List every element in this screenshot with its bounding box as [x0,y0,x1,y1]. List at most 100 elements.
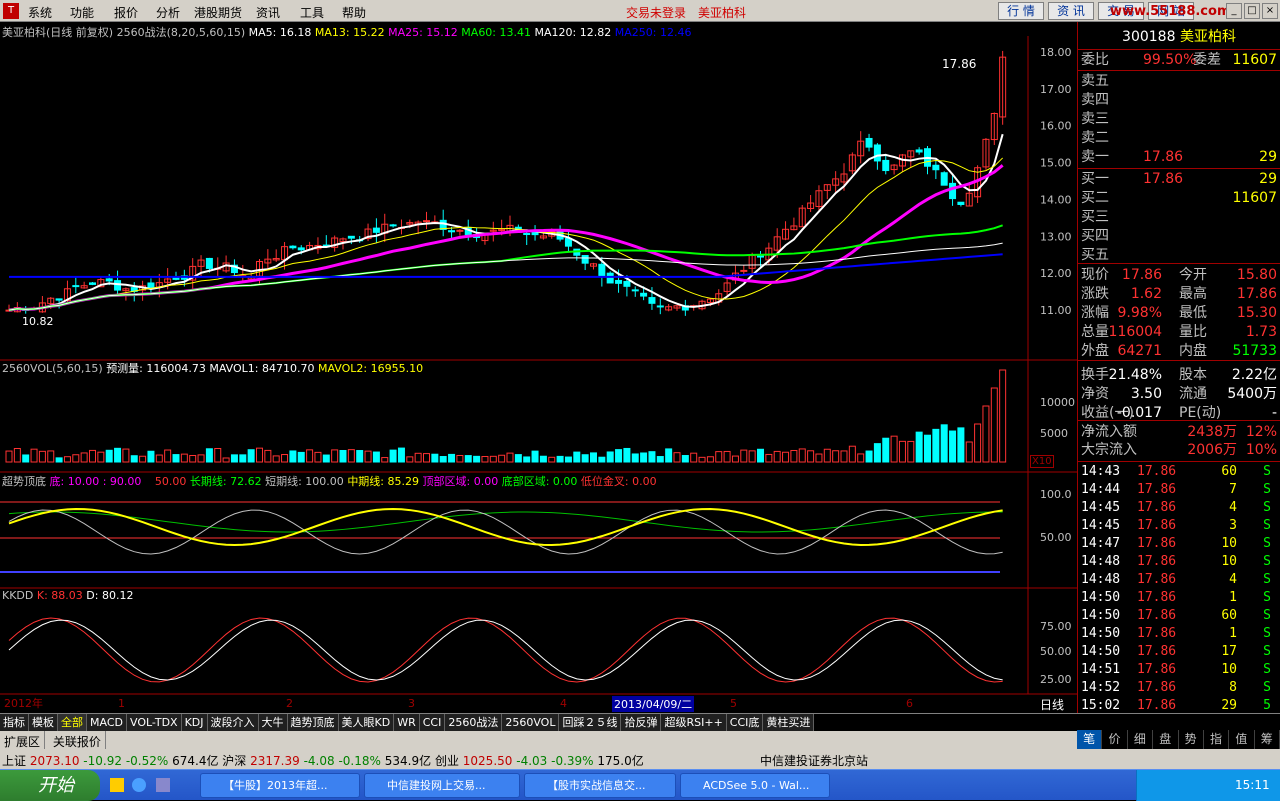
tab-indicator[interactable]: 2560战法 [445,714,503,731]
tick-row[interactable]: 14:45 17.86 4 S [1081,499,1277,517]
tick-row[interactable]: 14:50 17.86 1 S [1081,625,1277,643]
candle-body [105,278,113,282]
volume-bar [464,455,472,463]
right-tab[interactable]: 盘 [1153,730,1179,749]
period-label[interactable]: 日线 [1040,696,1064,713]
task-niugu[interactable]: 【牛股】2013年超... [200,773,360,798]
app-logo-icon[interactable]: T [3,3,19,19]
volume-bar [790,449,798,463]
tab-indicator[interactable]: 全部 [58,714,87,731]
volume-bar [715,451,723,463]
menu-analysis[interactable]: 分析 [156,4,180,21]
news-button[interactable]: 资 讯 [1048,2,1094,20]
volume-bar [773,450,781,463]
desktop-icon[interactable] [156,778,170,792]
tab-indicator[interactable]: 大牛 [258,714,288,731]
ie-icon[interactable] [132,778,146,792]
menu-system[interactable]: 系统 [28,4,52,21]
task-zxjt[interactable]: 中信建投网上交易... [364,773,520,798]
tick-row[interactable]: 14:51 17.86 10 S [1081,661,1277,679]
volume-bar [456,454,464,463]
start-button[interactable]: 开始 [0,770,100,801]
volume-bar [80,452,88,463]
menu-tools[interactable]: 工具 [300,4,324,21]
tab-indicator[interactable]: VOL-TDX [126,714,182,731]
right-tab[interactable]: 势 [1179,730,1204,749]
tab-indicator[interactable]: 黄柱买进 [763,714,815,731]
time-axis-label: 5 [730,697,737,710]
candle-body [114,280,122,291]
trade-status[interactable]: 交易未登录 [626,4,686,21]
tab-indicator[interactable]: 超级RSI++ [661,714,727,731]
volume-bar [406,456,414,463]
volume-bar [189,455,197,463]
chart-area[interactable]: 18.00 17.00 16.00 15.00 14.00 13.00 12.00 11.00… [0,22,1077,713]
tab-indicator[interactable]: 模板 [29,714,58,731]
tab-indicator[interactable]: KDJ [181,714,208,731]
volume-bar [581,454,589,463]
ma13-label: MA13: 15.22 [314,26,385,39]
tick-row[interactable]: 14:52 17.86 8 S [1081,679,1277,697]
volume-bar [932,428,940,463]
volume-bar [723,450,731,463]
tab-indicator[interactable]: 指标 [0,714,29,731]
task-acdsee[interactable]: ACDSee 5.0 - Wal... [680,773,830,798]
candle-body [423,220,430,223]
quote-button[interactable]: 行 情 [998,2,1044,20]
volume-bar [47,450,55,463]
folder-icon[interactable] [110,778,124,792]
tick-row[interactable]: 14:50 17.86 17 S [1081,643,1277,661]
volume-bar [798,448,806,463]
tab-indicator[interactable]: 美人眼KD [338,714,395,731]
volume-bar [514,454,522,463]
task-stock-info[interactable]: 【股市实战信息交... [524,773,676,798]
volume-bar [439,456,447,463]
trend-mid: 中期线: 85.29 [347,475,420,488]
tick-row[interactable]: 14:50 17.86 60 S [1081,607,1277,625]
tick-row[interactable]: 14:47 17.86 10 S [1081,535,1277,553]
right-tab[interactable]: 筹 [1255,730,1280,749]
volume-bar [865,450,873,463]
sz-change: -4.08 [303,754,335,768]
right-tab[interactable]: 细 [1128,730,1154,749]
tick-row[interactable]: 14:44 17.86 7 S [1081,481,1277,499]
minimize-icon[interactable]: _ [1226,3,1242,19]
right-tab[interactable]: 价 [1102,730,1128,749]
menu-hk-futures[interactable]: 港股期货 [194,4,242,21]
kdj-d: D: 80.12 [86,589,134,602]
maximize-icon[interactable]: □ [1244,3,1260,19]
tab-indicator[interactable]: 趋势顶底 [287,714,339,731]
tick-row[interactable]: 14:43 17.86 60 S [1081,463,1277,481]
tick-row[interactable]: 14:48 17.86 4 S [1081,571,1277,589]
menu-news[interactable]: 资讯 [256,4,280,21]
volume-bar [339,449,347,463]
close-icon[interactable]: × [1262,3,1278,19]
right-tab[interactable]: 值 [1229,730,1255,749]
tab-indicator[interactable]: WR [394,714,420,731]
mid-line [8,508,1003,546]
vol-axis-label: 10000 [1040,396,1075,409]
right-tab[interactable]: 指 [1204,730,1230,749]
volume-bar [256,447,263,463]
volume-bar [481,456,489,463]
tab-indicator[interactable]: 波段介入 [207,714,259,731]
tick-row[interactable]: 14:48 17.86 10 S [1081,553,1277,571]
stock-name: 美亚柏科 [1179,29,1236,45]
menu-quote[interactable]: 报价 [114,4,138,21]
volume-bar [55,457,63,463]
tab-indicator[interactable]: CCI [419,714,446,731]
menu-help[interactable]: 帮助 [342,4,366,21]
tick-row[interactable]: 14:45 17.86 3 S [1081,517,1277,535]
tick-row[interactable]: 14:50 17.86 1 S [1081,589,1277,607]
right-tab[interactable]: 笔 [1077,730,1103,749]
tab-indicator[interactable]: 2560VOL [502,714,560,731]
tab-indicator[interactable]: MACD [87,714,127,731]
volume-bar [63,456,71,463]
menu-function[interactable]: 功能 [70,4,94,21]
volume-bar [681,455,689,463]
tab-indicator[interactable]: 回踩２５线 [559,714,622,731]
volume-bar [431,453,439,463]
trend-long: 长期线: 72.62 [189,475,262,488]
tab-indicator[interactable]: CCI底 [726,714,764,731]
tab-indicator[interactable]: 拾反弹 [621,714,662,731]
